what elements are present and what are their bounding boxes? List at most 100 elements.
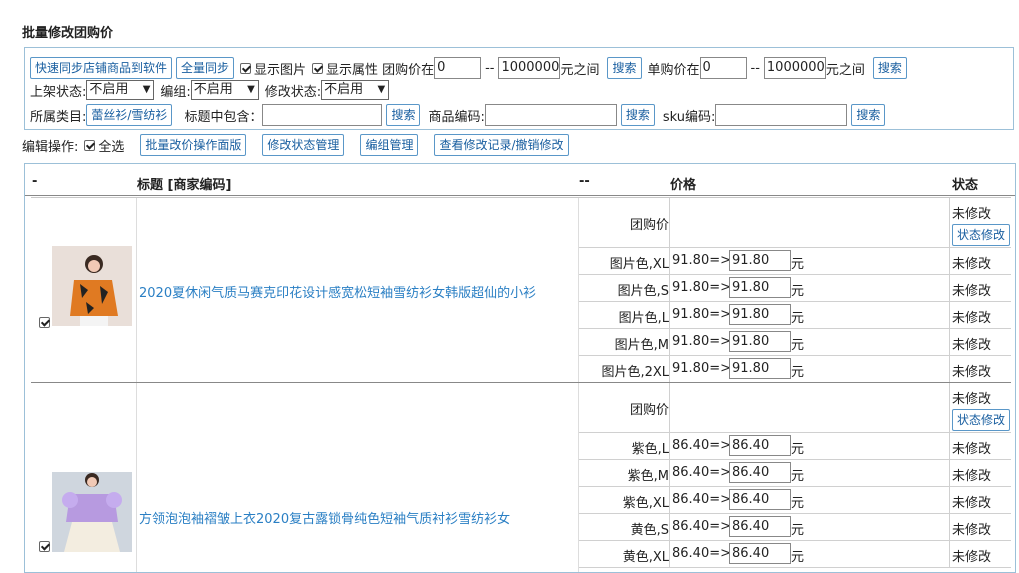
listing-status-select[interactable]: 不启用 ▼ — [86, 80, 155, 100]
category-label: 所属类目: — [30, 109, 87, 125]
group-price-max-input[interactable]: 1000000 — [498, 57, 561, 79]
variant-row: 图片色,L 91.80=> 91.80 元 未修改 — [579, 302, 1011, 329]
product-image-cell — [31, 198, 137, 383]
modify-status-select[interactable]: 不启用 ▼ — [321, 80, 390, 100]
variant-name: 图片色,S — [617, 284, 669, 299]
new-price-input[interactable]: 91.80 — [729, 250, 791, 271]
product-title-link[interactable]: 方领泡泡袖褶皱上衣2020复古露锁骨纯色短袖气质衬衫雪纺衫女 — [139, 508, 510, 527]
unit-price-min-input[interactable]: 0 — [699, 57, 747, 79]
group-management-button[interactable]: 编组管理 — [360, 134, 419, 156]
col-dash: - — [32, 174, 38, 189]
title-contains-label: 标题中包含： — [184, 109, 263, 125]
price-unit: 元 — [791, 257, 805, 272]
variant-status: 未修改 — [952, 469, 992, 484]
group-price-name: 团购价 — [629, 403, 669, 418]
product-image-cell — [31, 383, 137, 572]
modify-status-label: 修改状态: — [264, 84, 322, 100]
old-price: 91.80=> — [672, 334, 732, 349]
history-button[interactable]: 查看修改记录/撤销修改 — [434, 134, 569, 156]
sku-code-input[interactable] — [715, 104, 848, 126]
col-sep: -- — [579, 174, 590, 189]
sku-search-button[interactable]: 搜索 — [851, 104, 886, 126]
variant-name: 黄色,S — [630, 523, 669, 538]
title-search-button[interactable]: 搜索 — [386, 104, 421, 126]
new-price-input[interactable]: 91.80 — [729, 277, 791, 298]
old-price: 86.40=> — [672, 546, 732, 561]
product-row: 2020夏休闲气质马赛克印花设计感宽松短袖雪纺衫女韩版超仙的小衫 团购价 未修改… — [31, 197, 1011, 383]
group-price-search-button[interactable]: 搜索 — [607, 57, 642, 79]
listing-status-value: 不启用 — [89, 82, 129, 97]
quick-sync-button[interactable]: 快速同步店铺商品到软件 — [30, 57, 173, 79]
show-attr-label: 显示属性 — [326, 62, 379, 78]
product-select-checkbox[interactable] — [39, 541, 50, 552]
product-code-search-button[interactable]: 搜索 — [620, 104, 655, 126]
old-price: 91.80=> — [672, 253, 732, 268]
page-title: 批量修改团购价 — [22, 26, 114, 41]
variant-name: 图片色,2XL — [601, 365, 669, 380]
old-price: 86.40=> — [672, 465, 732, 480]
group-price-row: 团购价 未修改 状态修改 — [579, 198, 1011, 248]
new-price-input[interactable]: 86.40 — [729, 516, 791, 537]
variant-name: 图片色,XL — [609, 257, 669, 272]
product-title-link[interactable]: 2020夏休闲气质马赛克印花设计感宽松短袖雪纺衫女韩版超仙的小衫 — [139, 282, 536, 301]
range-separator-2: -- — [750, 60, 760, 76]
product-thumbnail[interactable] — [52, 472, 132, 552]
product-code-input[interactable] — [484, 104, 617, 126]
old-price: 91.80=> — [672, 361, 732, 376]
new-price-input[interactable]: 91.80 — [729, 304, 791, 325]
show-attr-checkbox[interactable] — [312, 62, 324, 74]
product-code-label: 商品编码: — [428, 109, 485, 125]
category-button[interactable]: 蕾丝衫/雪纺衫 — [86, 104, 173, 126]
group-select[interactable]: 不启用 ▼ — [190, 80, 259, 100]
variant-status: 未修改 — [952, 311, 992, 326]
status-modify-button[interactable]: 状态修改 — [952, 224, 1011, 246]
group-price-min-input[interactable]: 0 — [434, 57, 482, 79]
listing-status-label: 上架状态: — [30, 84, 87, 100]
new-price-input[interactable]: 91.80 — [729, 331, 791, 352]
variant-row: 黄色,XL 86.40=> 86.40 元 未修改 — [579, 541, 1011, 568]
title-contains-input[interactable] — [262, 104, 383, 126]
variant-status: 未修改 — [952, 365, 992, 380]
show-image-checkbox[interactable] — [240, 62, 252, 74]
status-management-button[interactable]: 修改状态管理 — [262, 134, 345, 156]
variant-status: 未修改 — [952, 523, 992, 538]
variant-name: 黄色,XL — [622, 550, 669, 565]
col-price: 价格 — [670, 178, 697, 193]
variant-status: 未修改 — [952, 496, 992, 511]
new-price-input[interactable]: 86.40 — [729, 435, 791, 456]
variant-row: 图片色,XL 91.80=> 91.80 元 未修改 — [579, 248, 1011, 275]
sku-code-label: sku编码: — [662, 109, 716, 125]
batch-price-panel-button[interactable]: 批量改价操作面版 — [140, 134, 247, 156]
product-title-cell: 方领泡泡袖褶皱上衣2020复古露锁骨纯色短袖气质衬衫雪纺衫女 — [137, 383, 579, 572]
variant-status: 未修改 — [952, 338, 992, 353]
group-status: 未修改 — [952, 392, 992, 407]
new-price-input[interactable]: 86.40 — [729, 489, 791, 510]
price-unit: 元 — [791, 442, 805, 457]
price-unit: 元 — [791, 338, 805, 353]
between-label-2: 元之间 — [825, 62, 865, 78]
product-table: - 标题 [商家编码] -- 价格 状态 2020夏休闲气质马赛克印花设计感宽松… — [24, 163, 1016, 573]
new-price-input[interactable]: 86.40 — [729, 543, 791, 564]
unit-price-search-button[interactable]: 搜索 — [872, 57, 907, 79]
product-thumbnail[interactable] — [52, 246, 132, 326]
unit-price-max-input[interactable]: 1000000 — [763, 57, 826, 79]
variant-name: 图片色,L — [618, 311, 669, 326]
full-sync-button[interactable]: 全量同步 — [176, 57, 235, 79]
status-modify-button[interactable]: 状态修改 — [952, 409, 1011, 431]
modify-status-value: 不启用 — [324, 82, 364, 97]
old-price: 91.80=> — [672, 280, 732, 295]
product-select-checkbox[interactable] — [39, 317, 50, 328]
variant-status: 未修改 — [952, 442, 992, 457]
price-unit: 元 — [791, 496, 805, 511]
price-unit: 元 — [791, 550, 805, 565]
variant-row: 图片色,2XL 91.80=> 91.80 元 未修改 — [579, 356, 1011, 383]
show-image-label: 显示图片 — [254, 62, 307, 78]
select-all-checkbox[interactable] — [84, 139, 96, 151]
between-label: 元之间 — [560, 62, 600, 78]
variant-row: 黄色,S 86.40=> 86.40 元 未修改 — [579, 514, 1011, 541]
new-price-input[interactable]: 91.80 — [729, 358, 791, 379]
variant-name: 紫色,M — [627, 469, 669, 484]
product-title-cell: 2020夏休闲气质马赛克印花设计感宽松短袖雪纺衫女韩版超仙的小衫 — [137, 198, 579, 383]
new-price-input[interactable]: 86.40 — [729, 462, 791, 483]
price-unit: 元 — [791, 365, 805, 380]
